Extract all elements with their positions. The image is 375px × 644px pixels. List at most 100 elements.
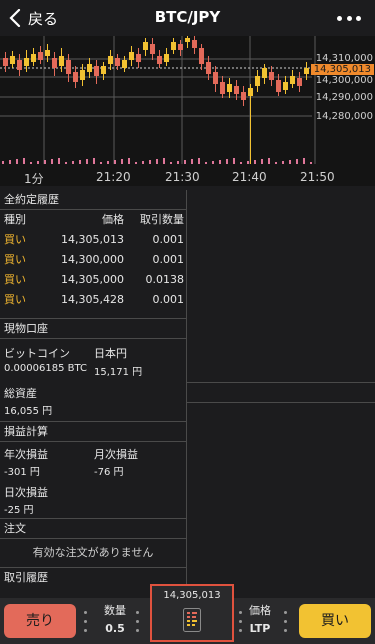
yearly-pnl-value: -301 円 bbox=[4, 467, 40, 478]
pnl-section-title: 損益計算 bbox=[0, 422, 186, 442]
more-menu-button[interactable] bbox=[337, 10, 361, 26]
volume-bar bbox=[310, 162, 312, 164]
drag-handle-icon bbox=[284, 611, 288, 632]
candle-body bbox=[234, 86, 239, 94]
candle-body bbox=[17, 60, 22, 70]
more-dot-icon bbox=[346, 15, 352, 21]
volume-bar bbox=[135, 162, 137, 164]
volume-bar bbox=[275, 162, 277, 164]
jpy-label: 日本円 bbox=[94, 347, 127, 360]
btc-label: ビットコイン bbox=[4, 347, 70, 360]
candle-body bbox=[94, 66, 99, 76]
candlestick-chart[interactable]: 14,310,000 14,305,013 14,300,000 14,290,… bbox=[0, 36, 375, 186]
candle-body bbox=[241, 92, 246, 100]
volume-bar bbox=[107, 161, 109, 164]
more-dot-icon bbox=[337, 15, 342, 21]
candle-body bbox=[304, 68, 309, 74]
volume-bar bbox=[184, 160, 186, 164]
header: 戻る BTC/JPY bbox=[0, 0, 375, 36]
time-axis-label: 21:40 bbox=[232, 170, 267, 184]
volume-bar bbox=[240, 162, 242, 164]
candle-body bbox=[297, 78, 302, 86]
volume-bar bbox=[65, 162, 67, 164]
trades-section-title: 全約定履歴 bbox=[0, 190, 186, 210]
daily-pnl-label: 日次損益 bbox=[4, 486, 48, 499]
volume-bar bbox=[226, 159, 228, 164]
volume-bar bbox=[170, 162, 172, 164]
buy-button[interactable]: 買い bbox=[299, 604, 371, 638]
volume-bar bbox=[219, 160, 221, 164]
volume-bar bbox=[296, 159, 298, 164]
sell-button[interactable]: 売り bbox=[4, 604, 76, 638]
candle-body bbox=[283, 82, 288, 90]
volume-bar bbox=[86, 159, 88, 164]
candle-body bbox=[199, 48, 204, 64]
volume-bar bbox=[128, 158, 130, 164]
trade-side: 買い bbox=[4, 273, 26, 286]
candle-body bbox=[122, 60, 127, 68]
candle-body bbox=[143, 42, 148, 50]
order-book-button[interactable]: 14,305,013 bbox=[150, 584, 234, 642]
candle-body bbox=[255, 76, 260, 86]
drag-handle-icon bbox=[136, 611, 140, 632]
candle-body bbox=[185, 38, 190, 42]
candle-body bbox=[276, 80, 281, 92]
time-axis-label: 21:50 bbox=[300, 170, 335, 184]
price-type-label: 価格 bbox=[249, 604, 271, 617]
spot-section-title: 現物口座 bbox=[0, 319, 186, 339]
quantity-label: 数量 bbox=[104, 604, 126, 617]
more-dot-icon bbox=[356, 15, 361, 21]
volume-bar bbox=[198, 158, 200, 164]
monthly-pnl-value: -76 円 bbox=[94, 467, 124, 478]
volume-bar bbox=[268, 158, 270, 164]
candle-body bbox=[73, 72, 78, 82]
spot-balances: ビットコイン 0.00006185 BTC 日本円 15,171 円 bbox=[0, 339, 186, 385]
price-axis-label: 14,300,000 bbox=[315, 75, 373, 86]
candle-body bbox=[213, 72, 218, 84]
candle-body bbox=[136, 54, 141, 62]
trade-row: 買い 14,300,000 0.001 bbox=[0, 250, 186, 270]
volume-bar bbox=[233, 158, 235, 164]
trade-side: 買い bbox=[4, 293, 26, 306]
volume-bar bbox=[72, 161, 74, 164]
volume-bar bbox=[23, 158, 25, 164]
price-type-selector[interactable]: 価格 LTP bbox=[243, 604, 277, 636]
divider bbox=[187, 382, 375, 383]
time-axis-label: 21:20 bbox=[96, 170, 131, 184]
volume-bar bbox=[303, 158, 305, 164]
volume-bar bbox=[100, 162, 102, 164]
price-axis-label: 14,280,000 bbox=[315, 111, 373, 122]
candle-body bbox=[227, 84, 232, 92]
candle-body bbox=[45, 50, 50, 56]
total-value: 16,055 円 bbox=[4, 406, 53, 417]
candle-body bbox=[157, 56, 162, 64]
candle-body bbox=[290, 76, 295, 84]
jpy-value: 15,171 円 bbox=[94, 367, 143, 378]
volume-bar bbox=[282, 161, 284, 164]
trade-price: 14,305,000 bbox=[61, 273, 124, 286]
volume-bar bbox=[114, 160, 116, 164]
price-axis-label: 14,310,000 bbox=[315, 53, 373, 64]
volume-bar bbox=[254, 160, 256, 164]
candle-body bbox=[178, 44, 183, 50]
interval-label[interactable]: 1分 bbox=[24, 170, 44, 187]
volume-bar bbox=[121, 159, 123, 164]
price-type-value: LTP bbox=[249, 622, 271, 635]
candle-body bbox=[66, 60, 71, 74]
volume-bar bbox=[51, 159, 53, 164]
volume-bar bbox=[205, 162, 207, 164]
candle-body bbox=[129, 52, 134, 60]
daily-pnl: 日次損益 -25 円 bbox=[0, 482, 186, 518]
price-axis-label: 14,290,000 bbox=[315, 92, 373, 103]
quantity-selector[interactable]: 数量 0.5 bbox=[98, 604, 132, 636]
volume-bar bbox=[16, 159, 18, 164]
center-price: 14,305,013 bbox=[163, 590, 221, 601]
volume-bar bbox=[142, 161, 144, 164]
candle-body bbox=[31, 54, 36, 62]
candle-body bbox=[3, 58, 8, 66]
volume-bar bbox=[247, 161, 249, 164]
daily-pnl-value: -25 円 bbox=[4, 505, 34, 516]
candle-body bbox=[80, 70, 85, 80]
left-column: 全約定履歴 種別 価格 取引数量 買い 14,305,013 0.001 買い … bbox=[0, 190, 186, 598]
drag-handle-icon bbox=[84, 611, 88, 632]
